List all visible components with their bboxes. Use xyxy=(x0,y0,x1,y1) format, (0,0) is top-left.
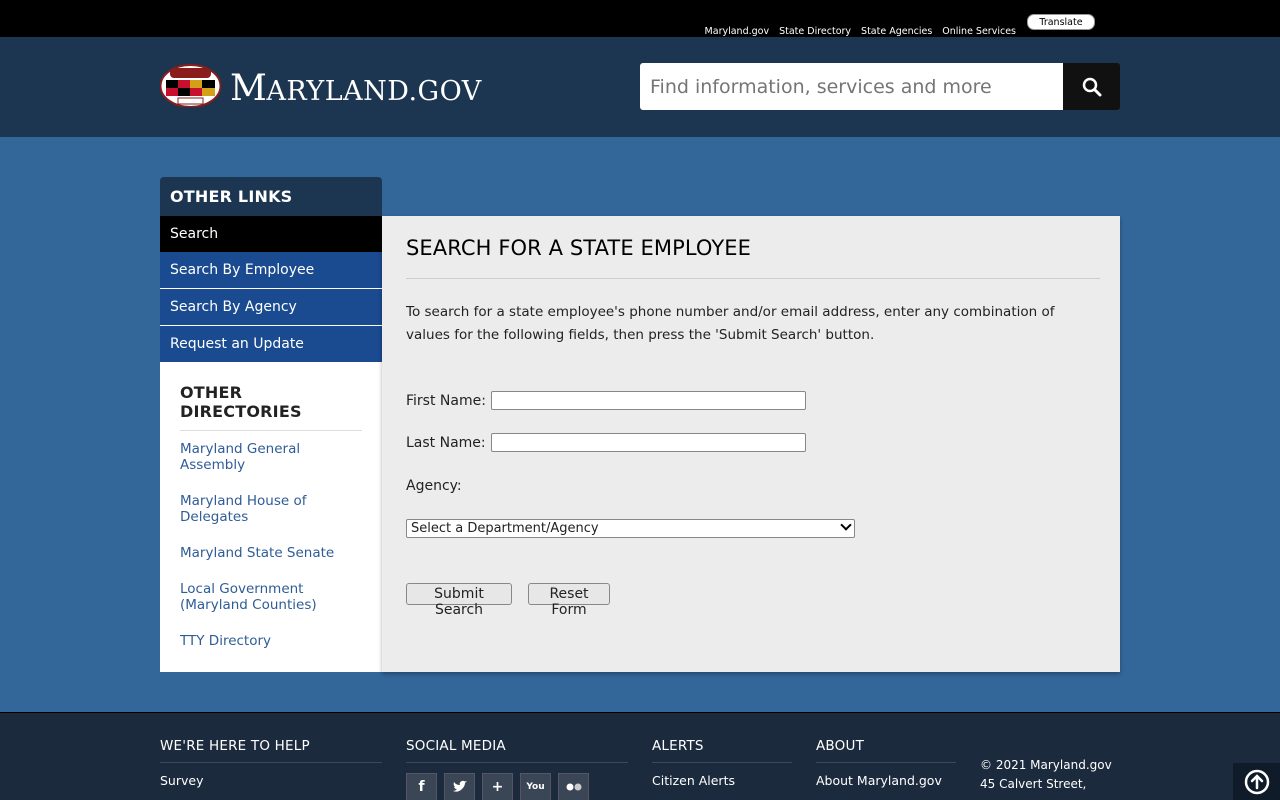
sidebar-item-request-update[interactable]: Request an Update xyxy=(160,326,382,363)
footer-street: 45 Calvert Street, xyxy=(980,777,1087,791)
search-button[interactable] xyxy=(1063,63,1120,110)
agency-row: Agency: xyxy=(406,478,462,494)
facebook-icon[interactable]: f xyxy=(406,773,437,800)
footer-alerts-heading: ALERTS xyxy=(652,738,792,763)
utility-link-online-services[interactable]: Online Services xyxy=(942,26,1016,37)
footer-address: © 2021 Maryland.gov 45 Calvert Street, xyxy=(980,756,1112,794)
directory-link-tty[interactable]: TTY Directory xyxy=(180,633,362,649)
logo-name: ARYLAND xyxy=(266,76,409,107)
footer-help-column: WE'RE HERE TO HELP Survey xyxy=(160,738,382,788)
google-plus-icon[interactable]: + xyxy=(482,773,513,800)
sidebar-item-search[interactable]: Search xyxy=(160,216,392,252)
sidebar-heading: OTHER LINKS xyxy=(160,177,382,216)
sidebar-item-search-by-agency[interactable]: Search By Agency xyxy=(160,289,382,326)
first-name-row: First Name: xyxy=(406,391,806,410)
arrow-up-circle-icon xyxy=(1244,769,1269,794)
directory-link-state-senate[interactable]: Maryland State Senate xyxy=(180,545,362,561)
footer-social-heading: SOCIAL MEDIA xyxy=(406,738,628,763)
footer-help-heading: WE'RE HERE TO HELP xyxy=(160,738,382,763)
back-to-top-button[interactable] xyxy=(1233,763,1280,800)
footer-survey-link[interactable]: Survey xyxy=(160,773,382,788)
sidebar-nav: Search Search By Employee Search By Agen… xyxy=(160,216,392,363)
directory-link-local-government[interactable]: Local Government (Maryland Counties) xyxy=(180,581,362,613)
site-logo[interactable]: MARYLAND.GOV xyxy=(230,67,482,114)
footer-alerts-column: ALERTS Citizen Alerts xyxy=(652,738,792,788)
other-directories-panel: OTHER DIRECTORIES Maryland General Assem… xyxy=(160,363,382,672)
footer-about-heading: ABOUT xyxy=(816,738,956,763)
first-name-label: First Name: xyxy=(406,393,486,409)
last-name-label: Last Name: xyxy=(406,435,486,451)
twitter-icon[interactable] xyxy=(444,773,475,800)
directory-link-house-of-delegates[interactable]: Maryland House of Delegates xyxy=(180,493,362,525)
youtube-icon[interactable]: You xyxy=(520,773,551,800)
directory-link-general-assembly[interactable]: Maryland General Assembly xyxy=(180,441,362,473)
last-name-input[interactable] xyxy=(491,433,806,452)
footer-citizen-alerts-link[interactable]: Citizen Alerts xyxy=(652,773,792,788)
sidebar-item-search-by-employee[interactable]: Search By Employee xyxy=(160,252,382,289)
agency-label: Agency: xyxy=(406,478,462,494)
footer-about-link[interactable]: About Maryland.gov xyxy=(816,773,956,788)
reset-form-button[interactable]: Reset Form xyxy=(528,583,610,618)
translate-button[interactable]: Translate xyxy=(1027,14,1095,30)
employee-search-panel: SEARCH FOR A STATE EMPLOYEE To search fo… xyxy=(382,216,1120,672)
first-name-input[interactable] xyxy=(491,391,806,410)
footer-social-column: SOCIAL MEDIA f + You xyxy=(406,738,628,800)
submit-search-button[interactable]: Submit Search xyxy=(406,583,512,618)
search-instructions: To search for a state employee's phone n… xyxy=(406,304,1055,343)
logo-initial: M xyxy=(230,68,267,109)
flickr-icon[interactable] xyxy=(558,773,589,800)
site-search-input[interactable] xyxy=(640,63,1063,110)
agency-select[interactable]: Select a Department/Agency xyxy=(406,519,855,538)
site-header: MARYLAND.GOV xyxy=(0,37,1280,137)
footer-copyright: © 2021 Maryland.gov xyxy=(980,758,1112,772)
utility-link-maryland-gov[interactable]: Maryland.gov xyxy=(705,26,770,37)
last-name-row: Last Name: xyxy=(406,433,806,452)
logo-suffix: .GOV xyxy=(408,76,482,107)
utility-link-state-directory[interactable]: State Directory xyxy=(779,26,851,37)
utility-link-state-agencies[interactable]: State Agencies xyxy=(861,26,932,37)
utility-links: Maryland.gov State Directory State Agenc… xyxy=(705,26,1016,37)
footer-about-column: ABOUT About Maryland.gov xyxy=(816,738,956,788)
search-icon xyxy=(1082,77,1101,96)
site-footer: WE'RE HERE TO HELP Survey SOCIAL MEDIA f… xyxy=(0,712,1280,800)
page-title: SEARCH FOR A STATE EMPLOYEE xyxy=(406,236,1100,279)
agency-selected-value: Select a Department/Agency xyxy=(411,521,599,536)
maryland-seal-icon[interactable] xyxy=(160,64,221,107)
other-directories-heading: OTHER DIRECTORIES xyxy=(180,383,362,431)
top-utility-bar: Maryland.gov State Directory State Agenc… xyxy=(0,0,1280,37)
social-icons: f + You xyxy=(406,773,628,800)
chevron-down-icon xyxy=(840,519,852,531)
